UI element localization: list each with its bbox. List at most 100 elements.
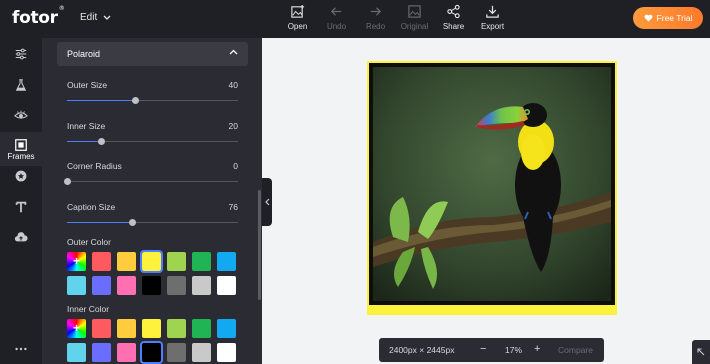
original-button[interactable]: Original bbox=[395, 4, 434, 34]
zoom-out-button[interactable]: − bbox=[480, 343, 486, 355]
corner-radius-track[interactable] bbox=[64, 178, 238, 185]
edit-menu[interactable]: Edit bbox=[80, 12, 111, 23]
outer-size-track[interactable] bbox=[67, 97, 238, 104]
chevron-up-icon bbox=[229, 49, 238, 55]
inner-color-swatch[interactable] bbox=[117, 343, 136, 362]
share-button[interactable]: Share bbox=[434, 4, 473, 34]
nav-frames-label: Frames bbox=[7, 151, 35, 161]
corner-radius-value: 0 bbox=[233, 161, 238, 171]
caption-size-track[interactable] bbox=[67, 219, 238, 226]
canvas-status-bar: 2400px × 2445px − 17% + Compare bbox=[379, 338, 604, 362]
outer-color-swatch[interactable] bbox=[192, 276, 211, 295]
outer-color-swatch[interactable] bbox=[217, 276, 236, 295]
inner-size-value: 20 bbox=[228, 121, 238, 131]
outer-color-swatch[interactable] bbox=[92, 252, 111, 271]
outer-color-swatch[interactable] bbox=[92, 276, 111, 295]
frames-panel: Polaroid Outer Size 40 Inner Size 20 Cor… bbox=[42, 38, 262, 364]
corner-radius-handle[interactable] bbox=[64, 178, 71, 185]
flask-icon bbox=[15, 79, 27, 91]
caption-size-value: 76 bbox=[228, 202, 238, 212]
sticker-icon bbox=[15, 170, 27, 182]
inner-color-swatch[interactable] bbox=[117, 319, 136, 338]
panel-scrollbar[interactable] bbox=[258, 190, 261, 300]
inner-color-swatch[interactable] bbox=[167, 319, 186, 338]
compare-button[interactable]: Compare bbox=[558, 345, 593, 355]
inner-color-swatch[interactable] bbox=[140, 341, 163, 364]
nav-more[interactable] bbox=[0, 342, 42, 356]
outer-color-picker-button[interactable] bbox=[67, 252, 86, 271]
collapse-panel-button[interactable] bbox=[262, 178, 272, 226]
caption-size-label: Caption Size bbox=[67, 202, 116, 212]
chevron-down-icon bbox=[103, 15, 111, 20]
redo-button[interactable]: Redo bbox=[356, 4, 395, 34]
nav-frames[interactable]: Frames bbox=[0, 132, 42, 166]
inner-color-swatch[interactable] bbox=[217, 343, 236, 362]
nav-beauty[interactable] bbox=[0, 108, 42, 122]
chevron-left-icon bbox=[264, 198, 269, 206]
frame-icon bbox=[15, 138, 27, 151]
undo-button[interactable]: Undo bbox=[317, 4, 356, 34]
section-title: Polaroid bbox=[67, 49, 101, 59]
outer-color-swatch[interactable] bbox=[67, 276, 86, 295]
inner-color-swatch[interactable] bbox=[92, 343, 111, 362]
outer-color-swatch[interactable] bbox=[167, 252, 186, 271]
outer-color-swatch[interactable] bbox=[192, 252, 211, 271]
outer-size-value: 40 bbox=[228, 80, 238, 90]
inner-size-track[interactable] bbox=[67, 138, 238, 145]
inner-color-swatch[interactable] bbox=[142, 319, 161, 338]
zoom-in-button[interactable]: + bbox=[534, 343, 540, 355]
outer-size-fill bbox=[67, 100, 136, 101]
inner-size-fill bbox=[67, 141, 102, 142]
share-icon bbox=[447, 4, 460, 19]
outer-color-swatch[interactable] bbox=[140, 250, 163, 273]
top-bar: fotor® Edit Open Undo Redo Original Shar… bbox=[0, 0, 710, 38]
free-trial-button[interactable]: Free Trial bbox=[633, 7, 703, 29]
outer-color-swatch[interactable] bbox=[142, 276, 161, 295]
share-label: Share bbox=[442, 22, 465, 31]
inner-size-handle[interactable] bbox=[98, 138, 106, 145]
nav-upload[interactable] bbox=[0, 230, 42, 244]
original-label: Original bbox=[400, 22, 429, 31]
inner-size-label: Inner Size bbox=[67, 121, 106, 131]
sliders-icon bbox=[15, 48, 27, 60]
toucan-photo[interactable] bbox=[373, 67, 611, 301]
fotor-logo[interactable]: fotor® bbox=[12, 5, 65, 28]
minimize-button[interactable] bbox=[692, 340, 710, 364]
undo-label: Undo bbox=[326, 22, 347, 31]
open-button[interactable]: Open bbox=[278, 4, 317, 34]
outer-color-swatch[interactable] bbox=[217, 252, 236, 271]
nav-adjust[interactable] bbox=[0, 47, 42, 61]
outer-color-label: Outer Color bbox=[67, 237, 111, 247]
inner-color-swatch[interactable] bbox=[192, 343, 211, 362]
zoom-level: 17% bbox=[505, 345, 523, 355]
caption-size-handle[interactable] bbox=[128, 219, 136, 226]
image-icon bbox=[408, 5, 421, 18]
outer-size-label: Outer Size bbox=[67, 80, 108, 90]
free-trial-label: Free Trial bbox=[656, 13, 693, 23]
outer-color-swatch[interactable] bbox=[167, 276, 186, 295]
more-icon bbox=[15, 347, 27, 351]
inner-color-swatch[interactable] bbox=[167, 343, 186, 362]
nav-text[interactable] bbox=[0, 200, 42, 214]
outer-color-swatch[interactable] bbox=[117, 276, 136, 295]
inner-color-swatch[interactable] bbox=[217, 319, 236, 338]
toucan-image bbox=[373, 67, 611, 301]
export-label: Export bbox=[480, 22, 505, 31]
nav-effects[interactable] bbox=[0, 78, 42, 92]
left-nav: Frames bbox=[0, 38, 42, 364]
inner-color-swatch[interactable] bbox=[67, 343, 86, 362]
main-toolbar: Open Undo Redo Original Share Export bbox=[278, 4, 512, 34]
arrow-diagonal-icon bbox=[697, 348, 705, 356]
inner-color-swatch[interactable] bbox=[92, 319, 111, 338]
open-label: Open bbox=[287, 22, 308, 31]
corner-radius-label: Corner Radius bbox=[67, 161, 122, 171]
cloud-upload-icon bbox=[14, 232, 28, 242]
polaroid-section-header[interactable]: Polaroid bbox=[57, 42, 248, 66]
image-dimensions: 2400px × 2445px bbox=[389, 345, 455, 355]
nav-stickers[interactable] bbox=[0, 169, 42, 183]
inner-color-picker-button[interactable] bbox=[67, 319, 86, 338]
outer-color-swatch[interactable] bbox=[117, 252, 136, 271]
inner-color-swatch[interactable] bbox=[192, 319, 211, 338]
export-button[interactable]: Export bbox=[473, 4, 512, 34]
outer-size-handle[interactable] bbox=[132, 97, 140, 104]
